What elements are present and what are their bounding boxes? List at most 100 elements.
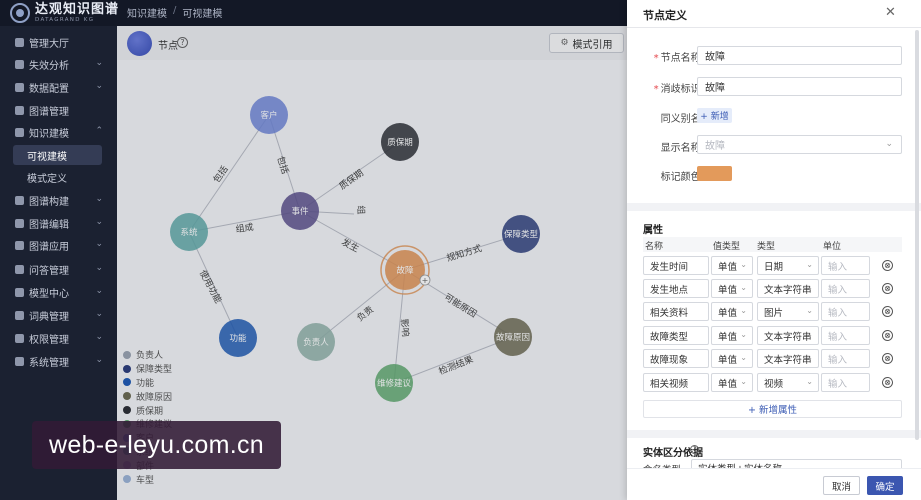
sidebar-item-graph-build[interactable]: 图谱构建 ⌄	[0, 190, 117, 210]
attribute-name-input[interactable]: 故障类型	[643, 326, 709, 345]
confirm-button[interactable]: 确定	[867, 476, 903, 495]
attribute-row: 相关资料 单值 ⌄ 图片 ⌄ 输入 ⊗	[643, 302, 902, 321]
attribute-type-select[interactable]: 日期 ⌄	[757, 256, 819, 275]
unit-input[interactable]: 输入	[821, 279, 870, 298]
edge-label: 包括	[210, 163, 230, 185]
delete-attribute-icon[interactable]: ⊗	[882, 283, 893, 294]
edge-label: 包括	[274, 155, 291, 176]
delete-attribute-icon[interactable]: ⊗	[882, 330, 893, 341]
sidebar-item-graph-apps[interactable]: 图谱应用 ⌄	[0, 235, 117, 255]
graph-node-event[interactable]: 事件	[281, 192, 319, 230]
sidebar-subitem-schema-definition[interactable]: 模式定义	[0, 167, 117, 187]
legend-item[interactable]: 故障原因	[123, 389, 172, 403]
chevron-down-icon: ⌄	[740, 377, 747, 386]
attribute-name-input[interactable]: 发生地点	[643, 279, 709, 298]
scrollbar[interactable]	[915, 30, 919, 440]
attribute-row: 相关视频 单值 ⌄ 视频 ⌄ 输入 ⊗	[643, 373, 902, 392]
attribute-name-input[interactable]: 故障现象	[643, 349, 709, 368]
sidebar-item-qa-mgmt[interactable]: 问答管理 ⌄	[0, 259, 117, 279]
sidebar-item-model-center[interactable]: 模型中心 ⌄	[0, 282, 117, 302]
delete-attribute-icon[interactable]: ⊗	[882, 260, 893, 271]
sidebar-item-permissions[interactable]: 权限管理 ⌄	[0, 328, 117, 348]
legend-item[interactable]: 质保期	[123, 403, 172, 417]
node-name-input[interactable]: 故障	[697, 46, 902, 65]
analysis-icon	[15, 59, 24, 69]
attribute-name-input[interactable]: 相关视频	[643, 373, 709, 392]
legend-item[interactable]: 车型	[123, 472, 172, 486]
graph-node-repair-advice[interactable]: 维修建议	[375, 364, 413, 402]
close-icon[interactable]: ✕	[885, 5, 896, 20]
add-alias-button[interactable]: + 新增	[697, 108, 732, 123]
unit-input[interactable]: 输入	[821, 256, 870, 275]
value-type-select[interactable]: 单值 ⌄	[711, 326, 753, 345]
display-name-select[interactable]: 故障 ⌄	[697, 135, 902, 154]
graph-node-owner[interactable]: 负责人	[297, 323, 335, 361]
sidebar-item-data-config[interactable]: 数据配置 ⌄	[0, 77, 117, 97]
column-header-name: 名称	[645, 242, 664, 252]
chevron-down-icon: ⌄	[740, 260, 747, 269]
value-type-select[interactable]: 单值 ⌄	[711, 349, 753, 368]
chevron-down-icon: ⌄	[806, 283, 813, 292]
logo-title: 达观知识图谱	[35, 1, 120, 17]
delete-attribute-icon[interactable]: ⊗	[882, 353, 893, 364]
unit-input[interactable]: 输入	[821, 302, 870, 321]
app-logo[interactable]: 达观知识图谱 DATAGRAND KG	[10, 0, 119, 26]
value-type-select[interactable]: 单值 ⌄	[711, 373, 753, 392]
sidebar-item-system[interactable]: 系统管理 ⌄	[0, 351, 117, 371]
section-separator	[627, 430, 921, 438]
legend-dot	[123, 475, 131, 484]
attribute-type-select[interactable]: 文本字符串 ⌄	[757, 326, 819, 345]
watermark-banner: web-e-leyu.com.cn	[32, 421, 281, 469]
value-type-select[interactable]: 单值 ⌄	[711, 279, 753, 298]
unit-input[interactable]: 输入	[821, 373, 870, 392]
graph-node-guarantee-type[interactable]: 保障类型	[502, 215, 540, 253]
legend-dot	[123, 350, 131, 359]
sidebar-item-knowledge-modeling[interactable]: 知识建模 ⌃	[0, 122, 117, 142]
help-icon[interactable]: ?	[690, 445, 699, 454]
attribute-type-select[interactable]: 视频 ⌄	[757, 373, 819, 392]
unit-input[interactable]: 输入	[821, 326, 870, 345]
cancel-button[interactable]: 取消	[823, 476, 860, 495]
sidebar-item-dictionary[interactable]: 词典管理 ⌄	[0, 305, 117, 325]
value-type-select[interactable]: 单值 ⌄	[711, 302, 753, 321]
graph-node-fault[interactable]: 故障 +	[380, 245, 431, 295]
delete-attribute-icon[interactable]: ⊗	[882, 377, 893, 388]
graph-node-customer[interactable]: 客户	[250, 96, 288, 134]
legend-item[interactable]: 负责人	[123, 348, 172, 362]
sidebar-item-graph-edit[interactable]: 图谱编辑 ⌄	[0, 213, 117, 233]
breadcrumb-item-modeling[interactable]: 知识建模	[127, 5, 167, 20]
graph-node-system[interactable]: 系统	[170, 213, 208, 251]
attributes-section-title: 属性	[643, 225, 663, 236]
disambiguation-input[interactable]: 故障	[697, 77, 902, 96]
attribute-type-select[interactable]: 文本字符串 ⌄	[757, 279, 819, 298]
node-label: 客户	[260, 110, 277, 121]
node-label: 维修建议	[377, 378, 412, 389]
legend-item[interactable]: 保障类型	[123, 362, 172, 376]
marker-color-swatch[interactable]	[697, 166, 732, 181]
sidebar-item-graph-mgmt[interactable]: 图谱管理	[0, 100, 117, 120]
column-header-value-type: 值类型	[713, 242, 741, 252]
value-type-select[interactable]: 单值 ⌄	[711, 256, 753, 275]
sidebar-subitem-visual-modeling[interactable]: 可视建模	[13, 145, 102, 165]
unit-input[interactable]: 输入	[821, 349, 870, 368]
legend-dot	[123, 406, 131, 415]
attribute-name-input[interactable]: 相关资料	[643, 302, 709, 321]
required-mark: *	[653, 84, 659, 95]
sidebar-item-hall[interactable]: 管理大厅	[0, 32, 117, 52]
graph-node-fault-cause[interactable]: 故障原因	[494, 318, 532, 356]
attribute-type-select[interactable]: 图片 ⌄	[757, 302, 819, 321]
legend-item[interactable]: 功能	[123, 376, 172, 390]
node-label: 系统	[180, 227, 198, 238]
sidebar-item-failure-analysis[interactable]: 失效分析 ⌄	[0, 54, 117, 74]
graph-node-warranty[interactable]: 质保期	[381, 123, 419, 161]
chevron-down-icon: ⌄	[740, 283, 747, 292]
chevron-down-icon: ⌄	[95, 263, 103, 273]
edit-icon	[15, 218, 24, 228]
add-attribute-button[interactable]: + 新增属性	[643, 400, 902, 418]
attribute-type-select[interactable]: 文本字符串 ⌄	[757, 349, 819, 368]
marker-color-label: 标记颜色:	[660, 172, 704, 183]
graph-node-function[interactable]: 功能	[219, 319, 257, 357]
attribute-name-input[interactable]: 发生时间	[643, 256, 709, 275]
edge-label: 检测结果	[437, 353, 475, 377]
delete-attribute-icon[interactable]: ⊗	[882, 306, 893, 317]
